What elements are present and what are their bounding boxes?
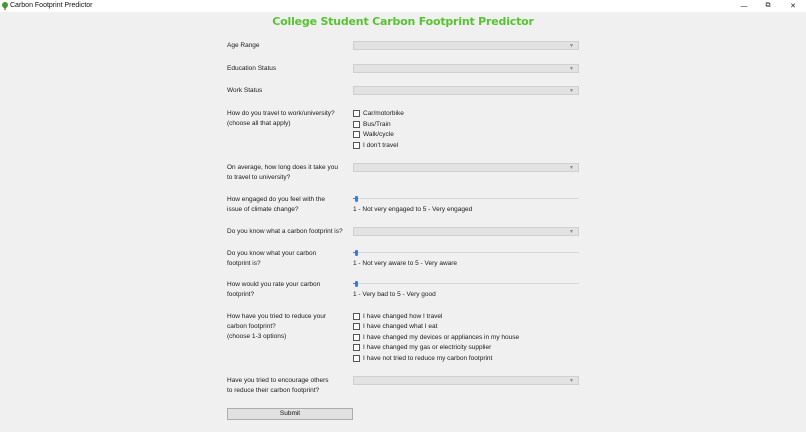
footprint-rating-label: How would you rate your carbon footprint… [227, 280, 351, 300]
slider-track [353, 252, 579, 253]
reduction-option-diet[interactable]: I have changed what I eat [353, 322, 437, 331]
know-carbon-footprint-dropdown[interactable]: ▼ [353, 227, 579, 236]
slider-track [353, 198, 579, 199]
checkbox[interactable] [353, 142, 360, 149]
encourage-others-dropdown[interactable]: ▼ [353, 376, 579, 385]
reduction-efforts-label-line1: How have you tried to reduce your [227, 313, 326, 320]
reduction-efforts-label-line2: carbon footprint? [227, 323, 276, 330]
travel-option-car[interactable]: Car/motorbike [353, 109, 404, 118]
slider-thumb[interactable] [355, 250, 358, 256]
slider-track [353, 283, 579, 284]
checkbox[interactable] [353, 355, 360, 362]
chevron-down-icon: ▼ [569, 165, 574, 171]
know-carbon-footprint-label: Do you know what a carbon footprint is? [227, 228, 343, 235]
restore-icon: ⧉ [765, 2, 771, 9]
travel-time-label: On average, how long does it take you to… [227, 163, 351, 183]
climate-engagement-label: How engaged do you feel with the issue o… [227, 195, 351, 215]
checkbox-label: I have changed my devices or appliances … [363, 334, 520, 341]
age-range-label: Age Range [227, 42, 260, 49]
checkbox[interactable] [353, 121, 360, 128]
footprint-awareness-scale: 1 - Not very aware to 5 - Very aware [353, 260, 458, 267]
reduction-efforts-label-line3: (choose 1-3 options) [227, 333, 287, 340]
slider-thumb[interactable] [355, 281, 358, 287]
age-range-dropdown[interactable]: ▼ [353, 41, 579, 50]
reduction-option-supplier[interactable]: I have changed my gas or electricity sup… [353, 343, 491, 352]
checkbox-label: I don't travel [363, 142, 399, 149]
submit-button[interactable]: Submit [227, 408, 353, 420]
checkbox-label: Bus/Train [363, 121, 391, 128]
checkbox-label: I have changed how I travel [363, 313, 443, 320]
climate-engagement-label-line2: issue of climate change? [227, 206, 299, 213]
climate-engagement-label-line1: How engaged do you feel with the [227, 196, 325, 203]
footprint-awareness-label: Do you know what your carbon footprint i… [227, 249, 351, 269]
close-icon: ✕ [790, 3, 796, 10]
footprint-rating-label-line2: footprint? [227, 291, 255, 298]
footprint-awareness-label-line2: footprint is? [227, 260, 261, 267]
checkbox-label: I have not tried to reduce my carbon foo… [363, 355, 493, 362]
chevron-down-icon: ▼ [569, 378, 574, 384]
checkbox[interactable] [353, 313, 360, 320]
checkbox[interactable] [353, 344, 360, 351]
travel-time-label-line2: to travel to university? [227, 174, 291, 181]
window-title: Carbon Footprint Predictor [10, 2, 93, 9]
slider-thumb[interactable] [355, 196, 358, 202]
checkbox-label: I have changed my gas or electricity sup… [363, 344, 492, 351]
checkbox-label: Walk/cycle [363, 131, 394, 138]
travel-mode-label-line1: How do you travel to work/university? [227, 110, 335, 117]
checkbox-label: I have changed what I eat [363, 323, 438, 330]
footprint-awareness-label-line1: Do you know what your carbon [227, 250, 317, 257]
travel-option-none[interactable]: I don't travel [353, 141, 398, 150]
education-status-label: Education Status [227, 65, 277, 72]
checkbox-label: Car/motorbike [363, 110, 404, 117]
encourage-others-label: Have you tried to encourage others to re… [227, 376, 351, 396]
footprint-rating-scale: 1 - Very bad to 5 - Very good [353, 291, 436, 298]
climate-engagement-slider[interactable] [353, 196, 579, 202]
reduction-option-travel[interactable]: I have changed how I travel [353, 312, 443, 321]
tree-icon [2, 2, 8, 10]
encourage-others-label-line2: to reduce their carbon footprint? [227, 387, 320, 394]
reduction-efforts-label: How have you tried to reduce your carbon… [227, 312, 351, 342]
checkbox[interactable] [353, 334, 360, 341]
chevron-down-icon: ▼ [569, 229, 574, 235]
travel-time-label-line1: On average, how long does it take you [227, 164, 338, 171]
close-button[interactable]: ✕ [781, 0, 805, 12]
checkbox[interactable] [353, 323, 360, 330]
travel-mode-label-line2: (choose all that apply) [227, 120, 291, 127]
work-status-dropdown[interactable]: ▼ [353, 86, 579, 95]
footprint-awareness-slider[interactable] [353, 250, 579, 256]
travel-mode-label: How do you travel to work/university? (c… [227, 109, 351, 129]
restore-button[interactable]: ⧉ [756, 0, 780, 12]
travel-option-bus[interactable]: Bus/Train [353, 120, 391, 129]
checkbox[interactable] [353, 131, 360, 138]
window-titlebar: Carbon Footprint Predictor — ⧉ ✕ [0, 0, 806, 12]
minimize-button[interactable]: — [732, 0, 756, 12]
travel-time-dropdown[interactable]: ▼ [353, 163, 579, 172]
checkbox[interactable] [353, 110, 360, 117]
chevron-down-icon: ▼ [569, 43, 574, 49]
minimize-icon: — [740, 2, 748, 10]
form-title: College Student Carbon Footprint Predict… [272, 15, 534, 28]
encourage-others-label-line1: Have you tried to encourage others [227, 377, 329, 384]
reduction-option-none[interactable]: I have not tried to reduce my carbon foo… [353, 354, 492, 363]
climate-engagement-scale: 1 - Not very engaged to 5 - Very engaged [353, 206, 473, 213]
reduction-option-devices[interactable]: I have changed my devices or appliances … [353, 333, 519, 342]
footprint-rating-label-line1: How would you rate your carbon [227, 281, 321, 288]
work-status-label: Work Status [227, 87, 263, 94]
footprint-rating-slider[interactable] [353, 281, 579, 287]
chevron-down-icon: ▼ [569, 66, 574, 72]
travel-option-walk[interactable]: Walk/cycle [353, 130, 394, 139]
chevron-down-icon: ▼ [569, 88, 574, 94]
education-status-dropdown[interactable]: ▼ [353, 64, 579, 73]
